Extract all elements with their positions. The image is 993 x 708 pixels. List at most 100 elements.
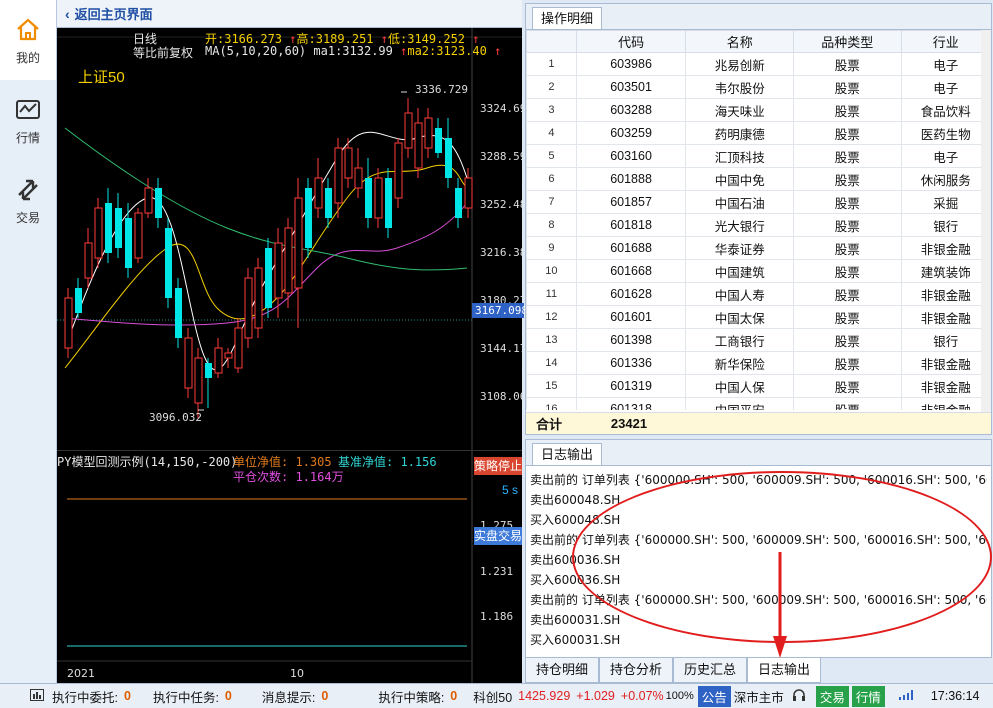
nav-item-mine[interactable]: 我的 bbox=[0, 0, 56, 80]
zoom-level[interactable]: 100% bbox=[666, 690, 694, 702]
tab-ops-detail[interactable]: 操作明细 bbox=[532, 7, 603, 29]
running-strategy-count[interactable]: 0 bbox=[450, 689, 457, 703]
table-row[interactable]: 5 603160 汇顶科技 股票 电子 bbox=[526, 144, 991, 168]
table-cell: 601818 bbox=[575, 213, 687, 237]
table-row[interactable]: 4 603259 药明康德 股票 医药生物 bbox=[526, 121, 991, 145]
tab-position-analysis[interactable]: 持仓分析 bbox=[599, 658, 674, 683]
strategy-stop-button[interactable]: 策略停止 bbox=[474, 457, 522, 475]
strategy-tick: 1.231 bbox=[480, 565, 513, 578]
table-cell: 休闲服务 bbox=[900, 167, 991, 191]
table-cell: 4 bbox=[526, 121, 577, 145]
table-cell: 603986 bbox=[575, 52, 687, 76]
table-row[interactable]: 6 601888 中国中免 股票 休闲服务 bbox=[526, 167, 991, 191]
task-count[interactable]: 0 bbox=[225, 689, 232, 703]
candlestick bbox=[385, 168, 392, 238]
table-cell: 601336 bbox=[575, 351, 687, 375]
back-home-link[interactable]: ‹ 返回主页界面 bbox=[57, 0, 522, 28]
market-label[interactable]: 深市主市 bbox=[734, 687, 784, 706]
table-cell: 股票 bbox=[793, 190, 902, 214]
col-header[interactable]: 行业 bbox=[900, 30, 991, 53]
table-cell: 非银金融 bbox=[900, 236, 991, 260]
candlestick bbox=[205, 358, 212, 408]
table-row[interactable]: 1 603986 兆易创新 股票 电子 bbox=[526, 52, 991, 76]
candlestick bbox=[105, 188, 112, 263]
tab-log-output[interactable]: 日志输出 bbox=[532, 443, 603, 465]
table-cell: 股票 bbox=[793, 236, 902, 260]
table-cell: 股票 bbox=[793, 121, 902, 145]
table-cell: 2 bbox=[526, 75, 577, 99]
table-cell: 华泰证券 bbox=[685, 236, 794, 260]
stats-icon[interactable] bbox=[30, 688, 44, 704]
candlestick bbox=[365, 158, 372, 228]
back-home-label: 返回主页界面 bbox=[74, 7, 153, 22]
candlestick bbox=[354, 148, 363, 198]
table-row[interactable]: 14 601336 新华保险 股票 非银金融 bbox=[526, 351, 991, 375]
table-cell: 中国人保 bbox=[685, 374, 794, 398]
unit-nav-label: 单位净值: bbox=[233, 455, 289, 469]
base-nav-value: 1.156 bbox=[400, 455, 437, 469]
table-cell: 股票 bbox=[793, 213, 902, 237]
close-count-value: 1.164万 bbox=[295, 470, 344, 484]
table-row[interactable]: 8 601818 光大银行 股票 银行 bbox=[526, 213, 991, 237]
notice-badge[interactable]: 公告 bbox=[697, 685, 731, 707]
tab-history-summary[interactable]: 历史汇总 bbox=[673, 658, 748, 683]
kline-chart[interactable]: 3336.729 3096.032 3324.694 3288.590 3252.4… bbox=[57, 28, 533, 450]
col-header[interactable]: 品种类型 bbox=[793, 30, 902, 53]
candlestick bbox=[455, 178, 462, 228]
table-cell: 9 bbox=[526, 236, 577, 260]
table-row[interactable]: 16601318中国平安股票非银金融 bbox=[526, 397, 991, 410]
candlestick bbox=[435, 118, 442, 158]
running-strategy-label: 执行中策略: bbox=[378, 690, 445, 705]
ops-scrollbar[interactable] bbox=[981, 30, 991, 414]
left-nav: 我的 行情 交易 bbox=[0, 0, 57, 683]
table-cell: 12 bbox=[526, 305, 577, 329]
table-cell: 电子 bbox=[900, 75, 991, 99]
table-row[interactable]: 15 601319 中国人保 股票 非银金融 bbox=[526, 374, 991, 398]
table-row[interactable]: 7 601857 中国石油 股票 采掘 bbox=[526, 190, 991, 214]
nav-label-trade: 交易 bbox=[15, 210, 40, 225]
table-row[interactable]: 12 601601 中国太保 股票 非银金融 bbox=[526, 305, 991, 329]
candlestick bbox=[194, 348, 203, 418]
msg-count[interactable]: 0 bbox=[321, 689, 328, 703]
table-row[interactable]: 13 601398 工商银行 股票 银行 bbox=[526, 328, 991, 352]
entrust-label: 执行中委托: bbox=[52, 690, 118, 705]
table-cell: 1 bbox=[526, 52, 577, 76]
col-header[interactable] bbox=[526, 30, 577, 53]
table-cell: 603288 bbox=[575, 98, 687, 122]
table-row[interactable]: 2 603501 韦尔股份 股票 电子 bbox=[526, 75, 991, 99]
table-cell: 汇顶科技 bbox=[685, 144, 794, 168]
table-row[interactable]: 10 601668 中国建筑 股票 建筑装饰 bbox=[526, 259, 991, 283]
price-tick: 3252.485 bbox=[480, 198, 522, 211]
index-value: 1425.929 bbox=[518, 689, 571, 703]
table-cell: 海天味业 bbox=[685, 98, 794, 122]
table-cell: 建筑装饰 bbox=[900, 259, 991, 283]
table-cell: 中国人寿 bbox=[685, 282, 794, 306]
trade-button[interactable]: 交易 bbox=[815, 685, 849, 707]
tab-log-output-bottom[interactable]: 日志输出 bbox=[747, 658, 822, 683]
candlestick bbox=[125, 203, 132, 278]
table-cell: 采掘 bbox=[900, 190, 991, 214]
nav-item-trade[interactable]: 交易 bbox=[0, 160, 56, 240]
table-row[interactable]: 9 601688 华泰证券 股票 非银金融 bbox=[526, 236, 991, 260]
tab-positions[interactable]: 持仓明细 bbox=[525, 658, 600, 683]
candlestick bbox=[294, 178, 303, 328]
table-row[interactable]: 11 601628 中国人寿 股票 非银金融 bbox=[526, 282, 991, 306]
quote-button[interactable]: 行情 bbox=[851, 685, 885, 707]
current-price-tag: 3167.098 bbox=[472, 303, 528, 318]
headset-icon[interactable] bbox=[792, 688, 806, 705]
table-row[interactable]: 3 603288 海天味业 股票 食品饮料 bbox=[526, 98, 991, 122]
candlestick bbox=[265, 238, 272, 318]
live-trade-button[interactable]: 实盘交易 bbox=[474, 527, 522, 545]
table-cell: 食品饮料 bbox=[900, 98, 991, 122]
entrust-count[interactable]: 0 bbox=[124, 689, 131, 703]
table-cell: 10 bbox=[526, 259, 577, 283]
nav-item-market[interactable]: 行情 bbox=[0, 80, 56, 160]
col-header[interactable]: 代码 bbox=[575, 30, 687, 53]
col-header[interactable]: 名称 bbox=[685, 30, 794, 53]
table-cell: 股票 bbox=[793, 52, 902, 76]
x-tick: 2021 bbox=[67, 667, 95, 680]
home-icon bbox=[13, 15, 43, 45]
candlestick bbox=[134, 208, 143, 263]
price-tick: 3288.590 bbox=[480, 150, 522, 163]
candlestick bbox=[244, 268, 253, 348]
